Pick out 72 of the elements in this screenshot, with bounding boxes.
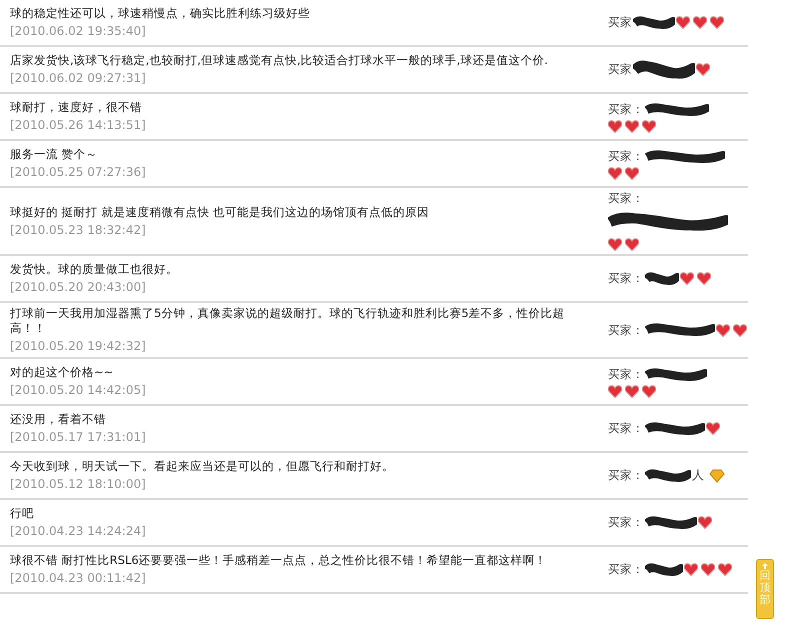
buyer-label: 买家： <box>608 102 644 117</box>
redaction-scribble <box>645 420 705 438</box>
buyer-label: 买家： <box>608 421 644 436</box>
heart-icon <box>608 120 622 132</box>
review-date: [2010.05.17 17:31:01] <box>10 430 147 445</box>
buyer-label: 买家： <box>608 515 644 530</box>
heart-icon <box>693 16 707 29</box>
heart-icon <box>706 422 720 435</box>
heart-icon <box>608 166 622 180</box>
review-comment: 打球前一天我用加湿器熏了5分钟，真像卖家说的超级耐打。球的飞行轨迹和胜利比赛5差不多，性价比超高！！ <box>10 306 566 336</box>
heart-icon <box>701 563 715 576</box>
review-date: [2010.05.12 18:10:00] <box>10 477 147 492</box>
review-comment: 球挺好的 挺耐打 就是速度稍微有点快 也可能是我们这边的场馆顶有点低的原因 <box>10 204 430 220</box>
heart-icon <box>608 384 622 398</box>
buyer-label: 买家： <box>608 562 644 577</box>
review-comment: 球的稳定性还可以，球速稍慢点，确实比胜利练习级好些 <box>10 6 311 21</box>
redaction-scribble <box>645 466 691 484</box>
heart-icon <box>642 120 656 132</box>
heart-icon <box>697 272 711 285</box>
review-comment: 今天收到球，明天试一下。看起来应当还是可以的，但愿飞行和耐打好。 <box>10 459 395 474</box>
buyer-label: 买家 <box>608 62 632 77</box>
redaction-scribble <box>645 100 709 118</box>
redaction-scribble <box>645 270 679 288</box>
buyer-label: 买家： <box>608 468 644 483</box>
heart-icon <box>676 16 690 29</box>
buyer-label: 买家： <box>608 367 644 382</box>
review-comment: 店家发货快,该球飞行稳定,也较耐打,但球速感觉有点快,比较适合打球水平一般的球手,球还是值这个价. <box>10 53 549 68</box>
review-comment: 对的起这个价格~~ <box>10 365 114 380</box>
redaction-scribble <box>645 514 697 532</box>
heart-icon <box>710 16 724 29</box>
review-date: [2010.05.20 20:43:00] <box>10 280 147 295</box>
review-comment: 行吧 <box>10 506 35 521</box>
buyer-label: 买家： <box>608 149 644 164</box>
buyer-label: 买家 <box>608 15 632 30</box>
heart-icon <box>625 384 639 398</box>
heart-icon <box>696 63 710 76</box>
review-date: [2010.04.23 00:11:42] <box>10 571 147 586</box>
review-date: [2010.05.20 19:42:32] <box>10 339 147 354</box>
heart-icon <box>680 272 694 285</box>
review-date: [2010.04.23 14:24:24] <box>10 524 147 539</box>
heart-icon <box>608 238 622 251</box>
buyer-label: 买家： <box>608 322 644 338</box>
heart-icon <box>642 384 656 398</box>
review-comment: 服务一流 赞个～ <box>10 147 99 162</box>
heart-icon <box>625 120 639 132</box>
heart-icon <box>625 166 639 180</box>
review-comment: 还没用，看着不错 <box>10 412 107 427</box>
heart-icon <box>684 563 698 576</box>
buyer-label: 买家： <box>608 271 644 286</box>
review-comment: 发货快。球的质量做工也很好。 <box>10 262 179 277</box>
buyer-name: 人 <box>692 467 704 484</box>
redaction-scribble <box>645 321 715 339</box>
back-to-top-button[interactable]: 回顶部 <box>756 559 774 619</box>
redaction-scribble <box>645 366 707 384</box>
review-date: [2010.06.02 19:35:40] <box>10 24 147 39</box>
review-date: [2010.05.20 14:42:05] <box>10 383 147 398</box>
review-comment: 球耐打，速度好，很不错 <box>10 100 143 115</box>
buyer-label: 买家： <box>608 191 644 206</box>
arrow-up-icon <box>761 562 769 570</box>
review-comment: 球很不错 耐打性比RSL6还要要强一些！手感稍差一点点，总之性价比很不错！希望能一直都这样啊！ <box>10 553 548 568</box>
diamond-icon <box>709 468 725 482</box>
redaction-scribble <box>645 560 683 578</box>
heart-icon <box>625 238 639 251</box>
review-date: [2010.05.25 07:27:36] <box>10 165 147 180</box>
redaction-scribble <box>633 14 675 32</box>
review-date: [2010.06.02 09:27:31] <box>10 71 147 86</box>
heart-icon <box>716 324 730 336</box>
review-date: [2010.05.23 18:32:42] <box>10 222 147 238</box>
heart-icon <box>733 324 747 336</box>
heart-icon <box>718 563 732 576</box>
heart-icon <box>698 516 712 529</box>
review-date: [2010.05.26 14:13:51] <box>10 118 147 133</box>
